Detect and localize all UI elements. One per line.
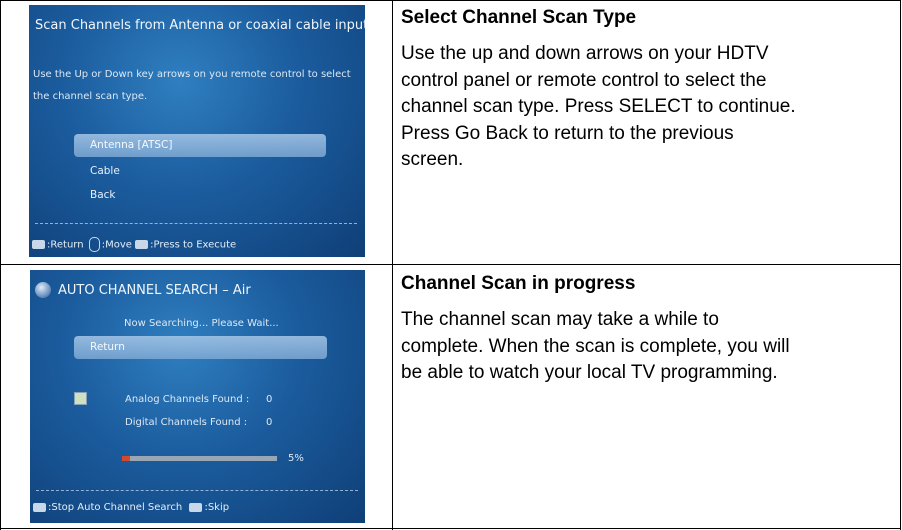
table-row-divider	[0, 264, 901, 265]
table-border-right	[900, 0, 901, 530]
table-border-bottom	[0, 528, 901, 529]
analog-channels-label: Analog Channels Found :	[125, 394, 250, 405]
digital-channels-count: 0	[266, 417, 273, 428]
scan-type-instruction-1: Use the Up or Down key arrows on you rem…	[33, 69, 351, 80]
search-status: Now Searching... Please Wait...	[124, 318, 279, 329]
scan-progress-bar	[122, 456, 277, 461]
scan-type-screen: Scan Channels from Antenna or coaxial ca…	[29, 5, 365, 257]
globe-icon	[35, 282, 51, 298]
instruction-table: Scan Channels from Antenna or coaxial ca…	[0, 0, 902, 530]
description-line: The channel scan may take a while to	[401, 309, 719, 330]
screen-footer: :Stop Auto Channel Search :Skip	[33, 502, 229, 513]
table-border-top	[0, 0, 901, 1]
scan-progress-fill	[122, 456, 130, 461]
stop-search-hint: :Stop Auto Channel Search	[48, 502, 183, 513]
description-line: Press Go Back to return to the previous	[401, 122, 734, 144]
scan-type-title: Scan Channels from Antenna or coaxial ca…	[35, 18, 365, 33]
scan-progress-description-cell: Channel Scan in progress The channel sca…	[401, 272, 896, 387]
screen-footer: :Return :Move :Press to Execute	[32, 237, 236, 252]
menu-key-icon	[32, 240, 45, 249]
option-antenna[interactable]: Antenna [ATSC]	[90, 139, 172, 151]
scan-type-description-cell: Select Channel Scan Type Use the up and …	[401, 6, 896, 174]
screen-divider	[36, 490, 358, 491]
scan-type-heading: Select Channel Scan Type	[401, 7, 637, 28]
auto-search-screen: AUTO CHANNEL SEARCH – Air Now Searching.…	[30, 270, 365, 523]
searching-icon	[74, 392, 87, 405]
scan-progress-percent: 5%	[288, 453, 304, 464]
move-hint: :Move	[101, 239, 132, 251]
option-back[interactable]: Back	[90, 189, 116, 201]
return-hint: :Return	[47, 239, 84, 251]
up-down-arrows-icon	[88, 237, 100, 252]
digital-channels-label: Digital Channels Found :	[125, 417, 248, 428]
description-line: Use the up and down arrows on your HDTV	[401, 43, 769, 64]
scan-progress-heading: Channel Scan in progress	[401, 273, 636, 294]
execute-hint: :Press to Execute	[150, 239, 237, 251]
skip-hint: :Skip	[204, 502, 230, 513]
analog-channels-count: 0	[266, 394, 273, 405]
description-line: complete. When the scan is complete, you…	[401, 335, 790, 357]
scan-type-instruction-2: the channel scan type.	[33, 91, 148, 102]
description-line: control panel or remote control to selec…	[401, 69, 767, 91]
description-line: be able to watch your local TV programmi…	[401, 362, 778, 383]
option-cable[interactable]: Cable	[90, 165, 120, 177]
table-border-left	[0, 0, 1, 530]
description-line: screen.	[401, 149, 464, 170]
menu-key-icon	[189, 502, 203, 512]
enter-key-icon	[135, 240, 149, 249]
screen-divider	[35, 223, 357, 224]
enter-key-icon	[33, 502, 46, 512]
table-border-middle	[392, 0, 393, 530]
description-line: channel scan type. Press SELECT to conti…	[401, 96, 796, 117]
auto-search-title: AUTO CHANNEL SEARCH – Air	[58, 283, 251, 298]
return-option[interactable]: Return	[90, 341, 125, 353]
